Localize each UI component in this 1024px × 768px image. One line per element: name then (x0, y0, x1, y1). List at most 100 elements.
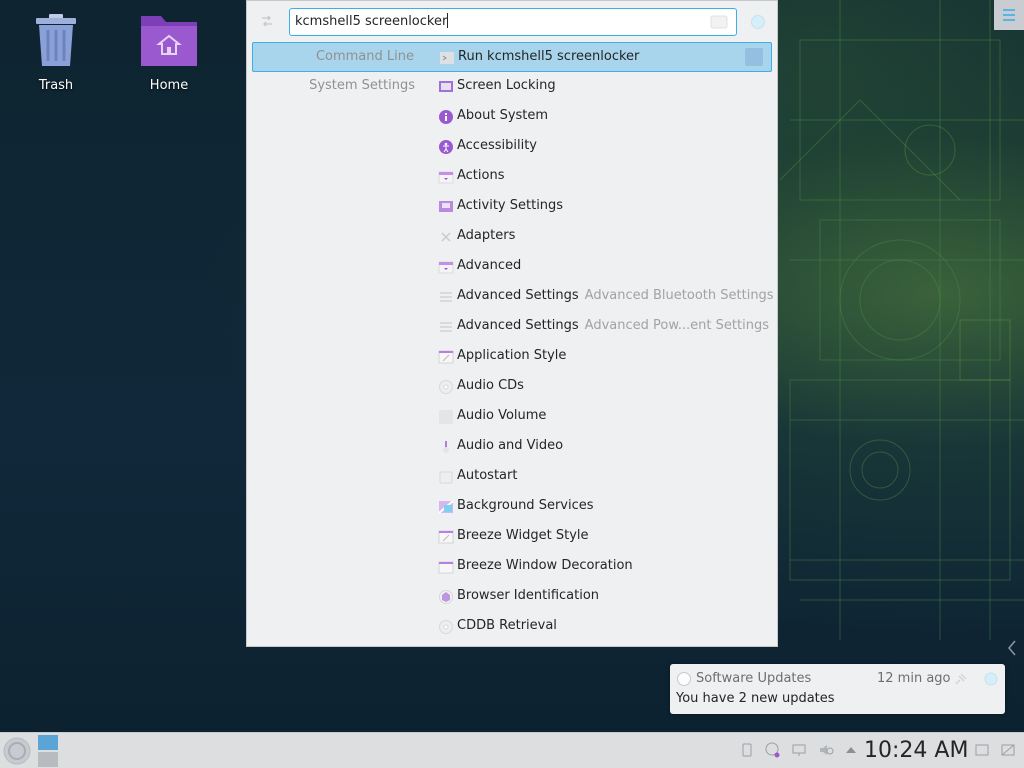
result-title: Activity Settings (457, 198, 563, 213)
result-title: Audio Volume (457, 408, 546, 423)
minimize-all-icon[interactable] (974, 742, 990, 758)
result-row[interactable]: Background Services (252, 492, 772, 522)
result-title: Application Style (457, 348, 566, 363)
desktop-icon-label: Trash (38, 78, 74, 93)
screen-locking-icon (439, 81, 453, 92)
window-decoration-icon (438, 561, 454, 574)
notification-body: You have 2 new updates (676, 691, 835, 706)
result-title-text: Audio Volume (457, 408, 547, 423)
software-updates-icon (677, 672, 691, 686)
result-title-text: Autostart (457, 468, 518, 483)
result-row[interactable]: Adapters (252, 222, 772, 252)
show-desktop-icon[interactable] (1000, 742, 1016, 758)
pager-desktop-1[interactable] (38, 735, 58, 750)
desktop-toolbox-button[interactable] (994, 0, 1024, 30)
clock[interactable]: 10:24 AM (864, 735, 968, 767)
result-title: Adapters (457, 228, 515, 243)
result-category-label: System Settings (309, 78, 415, 93)
result-row[interactable]: Activity Settings (252, 192, 772, 222)
close-icon[interactable] (750, 14, 766, 30)
panel-edge-handle-icon[interactable] (1005, 638, 1019, 658)
audio-video-icon (443, 441, 449, 453)
result-title-text: Screen Locking (457, 78, 556, 93)
result-title-text: Accessibility (457, 138, 537, 153)
virtual-desktop-pager[interactable] (38, 735, 58, 767)
notification-popup[interactable]: Software Updates 12 min ago You have 2 n… (670, 664, 1005, 714)
accessibility-icon (439, 140, 453, 154)
result-title-text: Advanced (457, 258, 522, 273)
result-title: Run kcmshell5 screenlocker (458, 49, 639, 64)
hamburger-menu-icon (1003, 9, 1015, 21)
result-title: Breeze Window Decoration (457, 558, 633, 573)
taskbar: 10:24 AM (0, 732, 1024, 768)
settings-list-icon (440, 292, 452, 302)
result-category-label: Command Line (315, 49, 414, 64)
updates-icon[interactable] (765, 742, 781, 758)
result-title: Advanced Settings Advanced Pow...ent Sett… (457, 318, 769, 333)
result-row[interactable]: Breeze Window Decoration (252, 552, 772, 582)
info-icon (439, 110, 453, 124)
settings-list-icon (440, 322, 452, 332)
result-row[interactable]: Advanced (252, 252, 772, 282)
result-row[interactable]: Audio Volume (252, 402, 772, 432)
home-folder-icon (141, 16, 197, 66)
pin-icon[interactable] (954, 672, 968, 686)
notification-time: 12 min ago (877, 671, 951, 686)
display-icon[interactable] (791, 742, 807, 758)
background-services-icon (438, 500, 454, 514)
result-title-text: Audio CDs (457, 378, 524, 393)
trash-icon (36, 14, 76, 66)
volume-icon[interactable] (818, 742, 834, 758)
result-title-text: Browser Identification (457, 588, 600, 603)
desktop-icon-label: Home (149, 78, 189, 93)
audio-cd-icon (439, 380, 453, 394)
clipboard-icon[interactable] (739, 742, 755, 758)
result-row[interactable]: Command Line Run kcmshell5 screenlocker (252, 42, 772, 72)
result-row[interactable]: Browser Identification (252, 582, 772, 612)
result-title-text: Actions (457, 168, 505, 183)
result-row[interactable]: Actions (252, 162, 772, 192)
autostart-icon (439, 471, 453, 484)
terminal-icon (440, 52, 454, 64)
result-subtitle: Advanced Bluetooth Settings (584, 288, 774, 303)
result-row[interactable]: Audio CDs (252, 372, 772, 402)
cddb-icon (439, 620, 453, 634)
result-row[interactable]: CDDB Retrieval (252, 612, 772, 642)
close-notification-icon[interactable] (984, 672, 998, 686)
result-row[interactable]: Advanced Settings Advanced Bluetooth Sett… (252, 282, 774, 312)
result-title: About System (457, 108, 548, 123)
advanced-icon (438, 261, 454, 274)
result-title-text: Adapters (457, 228, 516, 243)
result-row[interactable]: System Settings Screen Locking (252, 72, 772, 102)
application-launcher-icon[interactable] (2, 736, 32, 766)
clear-search-icon[interactable] (710, 13, 728, 31)
result-subtitle: Advanced Pow...ent Settings (584, 318, 769, 333)
result-row[interactable]: Accessibility (252, 132, 772, 162)
result-row[interactable]: Autostart (252, 462, 772, 492)
result-title: Breeze Widget Style (457, 528, 589, 543)
result-title: Autostart (457, 468, 517, 483)
run-action-icon[interactable] (745, 48, 763, 66)
result-row[interactable]: Advanced Settings Advanced Pow...ent Sett… (252, 312, 772, 342)
desktop-icon-home[interactable]: Home (124, 12, 214, 93)
result-row[interactable]: About System (252, 102, 772, 132)
desktop-icon-trash[interactable]: Trash (11, 12, 101, 93)
search-input[interactable]: kcmshell5 screenlocker (289, 8, 737, 36)
result-row[interactable]: Application Style (252, 342, 772, 372)
result-title: Audio CDs (457, 378, 524, 393)
result-title-text: Application Style (457, 348, 567, 363)
result-title: Advanced (457, 258, 521, 273)
result-row[interactable]: Breeze Widget Style (252, 522, 772, 552)
result-title-text: Activity Settings (457, 198, 564, 213)
result-title: CDDB Retrieval (457, 618, 557, 633)
application-style-icon (438, 350, 454, 364)
result-title: Screen Locking (457, 78, 556, 93)
result-row[interactable]: Audio and Video (252, 432, 772, 462)
pager-desktop-2[interactable] (38, 752, 58, 767)
result-title-text: About System (457, 108, 549, 123)
expand-tray-icon[interactable] (843, 742, 859, 758)
result-title-text: Run kcmshell5 screenlocker (458, 49, 640, 64)
result-title-text: CDDB Retrieval (457, 618, 557, 633)
adapters-icon (441, 232, 451, 242)
configure-icon[interactable] (259, 13, 275, 29)
